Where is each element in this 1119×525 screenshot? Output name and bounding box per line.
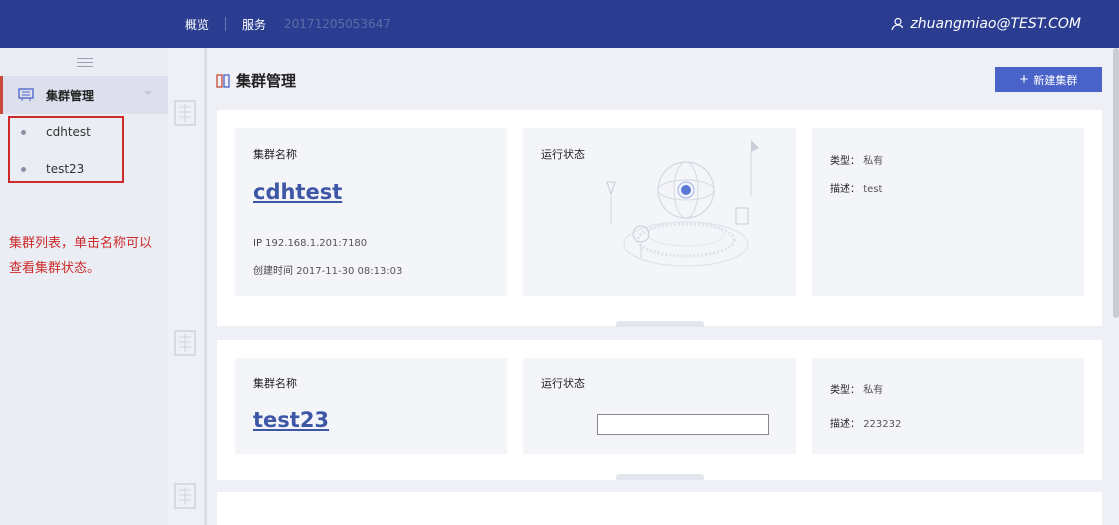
status-panel: 运行状态 [523,128,796,296]
new-cluster-button[interactable]: + 新建集群 [995,67,1102,92]
top-nav: 概览 服务 20171205053647 [185,0,391,48]
user-icon [891,17,904,31]
expand-handle[interactable] [616,474,704,480]
menu-toggle-icon[interactable] [77,58,93,68]
cluster-card [217,492,1102,525]
content-edge [204,48,207,525]
cluster-created: 创建时间 2017-11-30 08:13:03 [253,266,403,277]
cluster-card: 集群名称 test23 运行状态 类型： 私有 描述： 223232 [217,340,1102,480]
cluster-detail-panel: 类型： 私有 描述： test [812,128,1084,296]
page-title-text: 集群管理 [236,72,297,90]
cluster-name-link[interactable]: cdhtest [253,180,342,204]
document-icon [174,100,196,126]
cluster-info-panel: 集群名称 cdhtest IP 192.168.1.201:7180 创建时间 … [235,128,507,296]
cluster-type: 类型： 私有 [830,156,884,167]
cluster-info-panel: 集群名称 test23 [235,358,507,454]
nav-overview[interactable]: 概览 [185,16,209,33]
run-status-label: 运行状态 [541,377,585,390]
document-icon [174,483,196,509]
cluster-id: 20171205053647 [284,17,391,31]
cluster-desc: 描述： test [830,184,883,195]
cluster-detail-panel: 类型： 私有 描述： 223232 [812,358,1084,454]
document-icon [174,330,196,356]
run-status-label: 运行状态 [541,148,585,161]
cluster-type: 类型： 私有 [830,385,884,396]
sidebar-item-cluster-management[interactable]: 集群管理 [0,76,168,114]
nav-services[interactable]: 服务 [242,16,266,33]
cluster-name-label: 集群名称 [253,377,297,390]
status-illustration [606,140,759,267]
nav-divider [225,17,227,31]
cluster-icon [18,88,34,101]
cluster-icon [216,73,230,88]
page-title: 集群管理 [216,70,296,91]
user-menu[interactable]: zhuangmiao@TEST.COM [890,0,1081,48]
status-bar [597,414,769,435]
highlight-box [8,116,124,183]
plus-icon: + [1019,71,1029,88]
cluster-name-link[interactable]: test23 [253,408,329,432]
cluster-name-label: 集群名称 [253,148,297,161]
sidebar-group-label: 集群管理 [46,88,95,103]
status-panel: 运行状态 [523,358,796,454]
chevron-down-icon [144,91,152,95]
cluster-desc: 描述： 223232 [830,419,902,430]
scrollbar[interactable] [1113,48,1119,318]
expand-handle[interactable] [616,321,704,327]
user-name: zhuangmiao@TEST.COM [910,16,1081,32]
cluster-card: 集群名称 cdhtest IP 192.168.1.201:7180 创建时间 … [217,110,1102,327]
cluster-ip: IP 192.168.1.201:7180 [253,238,368,249]
logo-area [0,0,168,48]
annotation-text: 集群列表，单击名称可以查看集群状态。 [9,236,153,276]
new-cluster-label: 新建集群 [1033,74,1078,87]
